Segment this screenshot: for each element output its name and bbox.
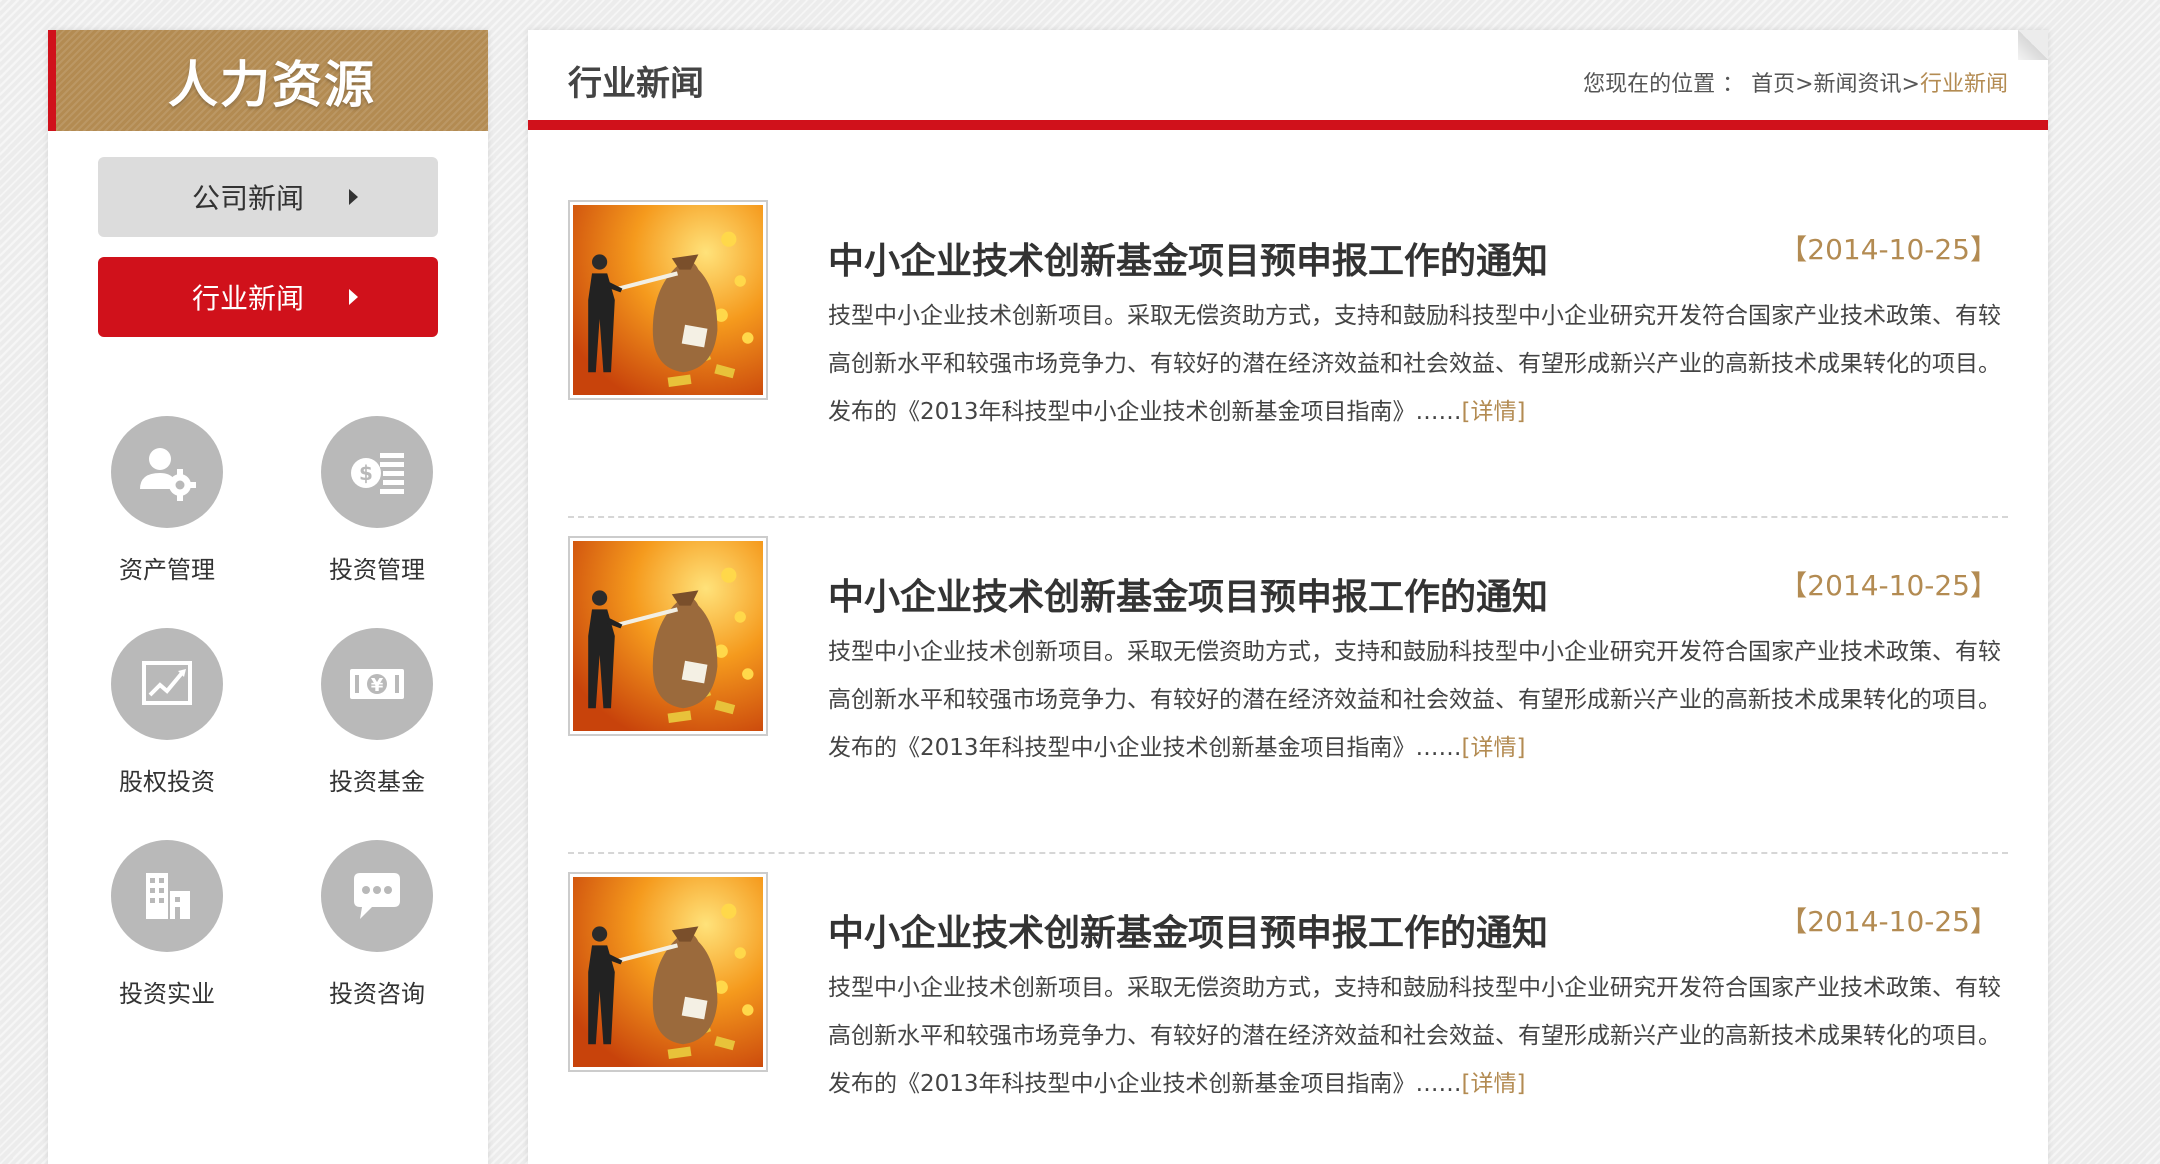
news-detail-link[interactable]: [详情]: [1462, 399, 1526, 425]
news-title-link[interactable]: 中小企业技术创新基金项目预申报工作的通知: [828, 568, 1548, 620]
service-equity-investment[interactable]: 股权投资: [92, 628, 242, 797]
service-investment-management[interactable]: $ 投资管理: [302, 416, 452, 585]
service-investment-fund[interactable]: ¥ 投资基金: [302, 628, 452, 797]
service-label: 资产管理: [119, 556, 215, 584]
breadcrumb-separator: >: [1901, 72, 1920, 97]
breadcrumb-section-link[interactable]: 新闻资讯: [1814, 72, 1902, 97]
sidebar-header: 人力资源: [48, 30, 488, 131]
sidebar-title: 人力资源: [168, 55, 376, 114]
service-label: 股权投资: [119, 768, 215, 796]
news-detail-link[interactable]: [详情]: [1462, 1071, 1526, 1097]
user-gear-icon: [111, 416, 223, 528]
breadcrumb-current: 行业新闻: [1919, 72, 2008, 97]
news-summary-text: 技型中小企业技术创新项目。采取无偿资助方式，支持和鼓励科技型中小企业研究开发符合…: [828, 303, 2001, 425]
nav-label: 行业新闻: [191, 282, 304, 315]
news-title-link[interactable]: 中小企业技术创新基金项目预申报工作的通知: [828, 232, 1548, 284]
news-date: 【2014-10-25】: [1779, 905, 1998, 938]
news-summary: 技型中小企业技术创新项目。采取无偿资助方式，支持和鼓励科技型中小企业研究开发符合…: [828, 964, 2008, 1108]
news-thumbnail[interactable]: [568, 536, 768, 736]
news-item: 中小企业技术创新基金项目预申报工作的通知 【2014-10-25】 技型中小企业…: [568, 518, 2008, 854]
service-asset-management[interactable]: 资产管理: [92, 416, 242, 585]
money-stack-icon: $: [321, 416, 433, 528]
news-thumbnail[interactable]: [568, 872, 768, 1072]
main-header: 行业新闻 您现在的位置 ： 首页>新闻资讯>行业新闻: [528, 30, 2048, 130]
news-summary: 技型中小企业技术创新项目。采取无偿资助方式，支持和鼓励科技型中小企业研究开发符合…: [828, 628, 2008, 772]
news-item: 中小企业技术创新基金项目预申报工作的通知 【2014-10-25】 技型中小企业…: [568, 182, 2008, 518]
buildings-icon: [111, 840, 223, 952]
news-list: 中小企业技术创新基金项目预申报工作的通知 【2014-10-25】 技型中小企业…: [568, 182, 2008, 1164]
caret-right-icon: [349, 289, 358, 305]
service-investment-consulting[interactable]: 投资咨询: [302, 840, 452, 1009]
caret-right-icon: [349, 189, 358, 205]
nav-industry-news-button[interactable]: 行业新闻: [98, 257, 438, 337]
svg-text:¥: ¥: [371, 675, 384, 696]
chat-bubble-icon: [321, 840, 433, 952]
service-label: 投资实业: [119, 980, 215, 1008]
news-title-link[interactable]: 中小企业技术创新基金项目预申报工作的通知: [828, 904, 1548, 956]
nav-label: 公司新闻: [191, 182, 304, 215]
breadcrumb-home-link[interactable]: 首页: [1751, 72, 1795, 97]
nav-company-news-button[interactable]: 公司新闻: [98, 157, 438, 237]
breadcrumb: 您现在的位置 ： 首页>新闻资讯>行业新闻: [1583, 66, 2008, 98]
news-date: 【2014-10-25】: [1779, 233, 1998, 266]
sidebar: 人力资源 公司新闻 行业新闻 资产管理 $ 投资管理 股权投资 ¥ 投资基金 投…: [48, 30, 488, 1164]
money-bag-image: [573, 205, 763, 395]
news-thumbnail[interactable]: [568, 200, 768, 400]
news-date: 【2014-10-25】: [1779, 569, 1998, 602]
service-label: 投资基金: [329, 768, 425, 796]
money-bag-image: [573, 541, 763, 731]
main-panel: 行业新闻 您现在的位置 ： 首页>新闻资讯>行业新闻 中小企业技术创新基金项目预…: [528, 30, 2048, 1164]
breadcrumb-prefix: 您现在的位置 ：: [1583, 72, 1745, 97]
service-label: 投资咨询: [329, 980, 425, 1008]
line-chart-icon: [111, 628, 223, 740]
money-bag-image: [573, 877, 763, 1067]
svg-text:$: $: [359, 461, 373, 485]
news-detail-link[interactable]: [详情]: [1462, 735, 1526, 761]
yen-banknote-icon: ¥: [321, 628, 433, 740]
service-label: 投资管理: [329, 556, 425, 584]
page-title: 行业新闻: [568, 64, 704, 104]
news-summary-text: 技型中小企业技术创新项目。采取无偿资助方式，支持和鼓励科技型中小企业研究开发符合…: [828, 975, 2001, 1097]
news-item: 中小企业技术创新基金项目预申报工作的通知 【2014-10-25】 技型中小企业…: [568, 854, 2008, 1164]
news-summary: 技型中小企业技术创新项目。采取无偿资助方式，支持和鼓励科技型中小企业研究开发符合…: [828, 292, 2008, 436]
service-industrial-investment[interactable]: 投资实业: [92, 840, 242, 1009]
news-summary-text: 技型中小企业技术创新项目。采取无偿资助方式，支持和鼓励科技型中小企业研究开发符合…: [828, 639, 2001, 761]
breadcrumb-separator: >: [1795, 72, 1814, 97]
